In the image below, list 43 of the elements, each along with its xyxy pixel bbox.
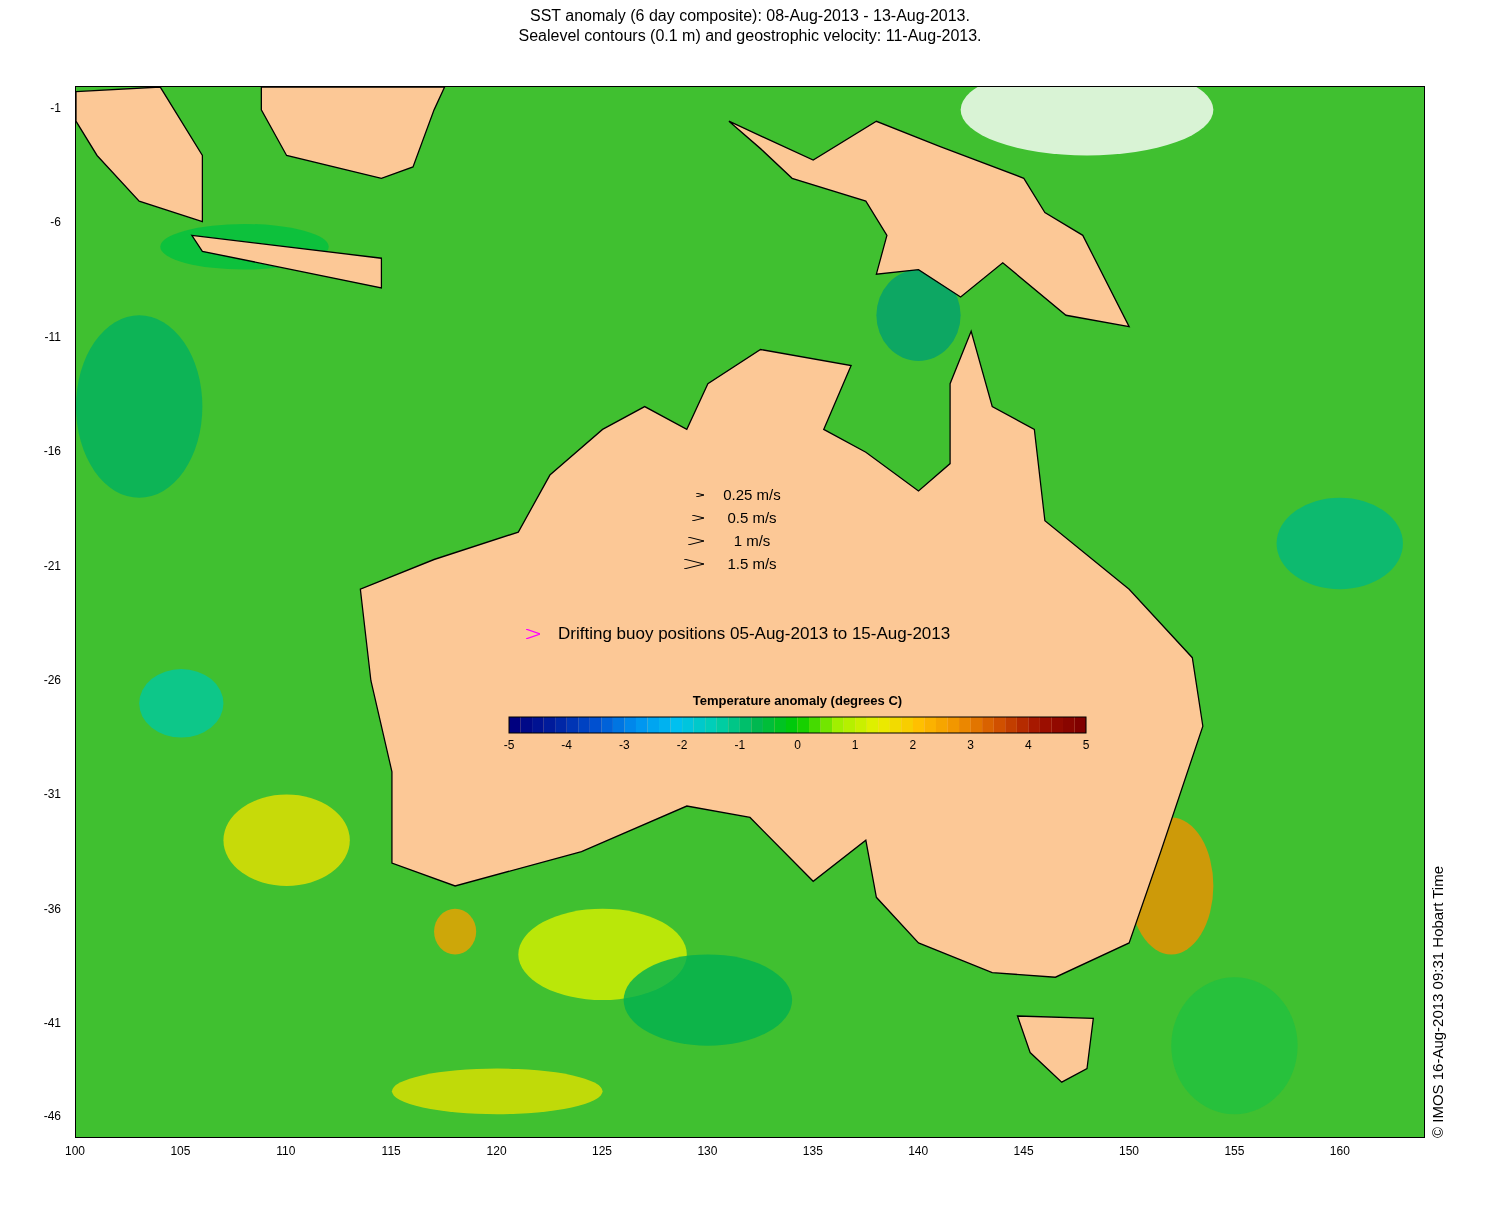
colorbar-title: Temperature anomaly (degrees C) <box>692 693 903 709</box>
latitude-tick-label: -41 <box>43 1016 61 1031</box>
speed-legend-label: 1.5 m/s <box>726 554 778 573</box>
longitude-tick-label: 105 <box>169 1144 192 1158</box>
latitude-tick-label: -11 <box>44 329 61 344</box>
colorbar-tick-label: -1 <box>733 738 747 752</box>
longitude-tick-label: 150 <box>1118 1144 1140 1158</box>
colorbar-tick-label: 1 <box>850 738 860 752</box>
chart-title: Sealevel contours (0.1 m) and geostrophic velocity: 11-Aug-2013. <box>518 26 982 46</box>
colorbar-tick-label: -4 <box>560 738 573 752</box>
colorbar-tick-label: -2 <box>675 738 689 752</box>
longitude-tick-label: 100 <box>64 1144 86 1158</box>
longitude-tick-label: 120 <box>485 1144 508 1158</box>
credit-text: © IMOS 16-Aug-2013 09:31 Hobart Time <box>1429 865 1447 1138</box>
latitude-tick-label: -1 <box>50 101 61 115</box>
longitude-tick-label: 155 <box>1223 1144 1246 1158</box>
latitude-tick-label: -21 <box>43 558 61 573</box>
longitude-tick-label: 145 <box>1012 1144 1035 1158</box>
colorbar-tick-label: -5 <box>502 738 516 752</box>
colorbar-tick-label: 2 <box>908 738 918 752</box>
longitude-tick-label: 130 <box>696 1144 719 1158</box>
buoy-legend-label: Drifting buoy positions 05-Aug-2013 to 15-Aug-2013 <box>558 624 951 644</box>
colorbar-tick-label: 4 <box>1023 738 1033 752</box>
longitude-tick-label: 160 <box>1328 1144 1351 1158</box>
colorbar-tick-label: 3 <box>966 738 975 752</box>
longitude-tick-label: 135 <box>801 1144 824 1158</box>
colorbar-tick-label: -3 <box>618 738 631 752</box>
speed-legend-label: 0.25 m/s <box>722 485 782 504</box>
latitude-tick-label: -6 <box>50 215 61 230</box>
longitude-tick-label: 125 <box>591 1144 613 1158</box>
latitude-tick-label: -36 <box>43 901 61 916</box>
longitude-tick-label: 110 <box>275 1144 297 1158</box>
latitude-tick-label: -16 <box>43 444 61 459</box>
chart-title: SST anomaly (6 day composite): 08-Aug-2013 - 13-Aug-2013. <box>530 6 970 26</box>
latitude-tick-label: -26 <box>43 673 61 687</box>
latitude-tick-label: -46 <box>43 1108 61 1123</box>
speed-legend-label: 1 m/s <box>732 531 772 550</box>
longitude-tick-label: 140 <box>907 1144 930 1158</box>
latitude-tick-label: -31 <box>43 787 61 802</box>
speed-legend-label: 0.5 m/s <box>726 508 778 527</box>
colorbar-tick-label: 0 <box>793 738 802 752</box>
colorbar-tick-label: 5 <box>1081 738 1091 752</box>
longitude-tick-label: 115 <box>380 1144 402 1158</box>
